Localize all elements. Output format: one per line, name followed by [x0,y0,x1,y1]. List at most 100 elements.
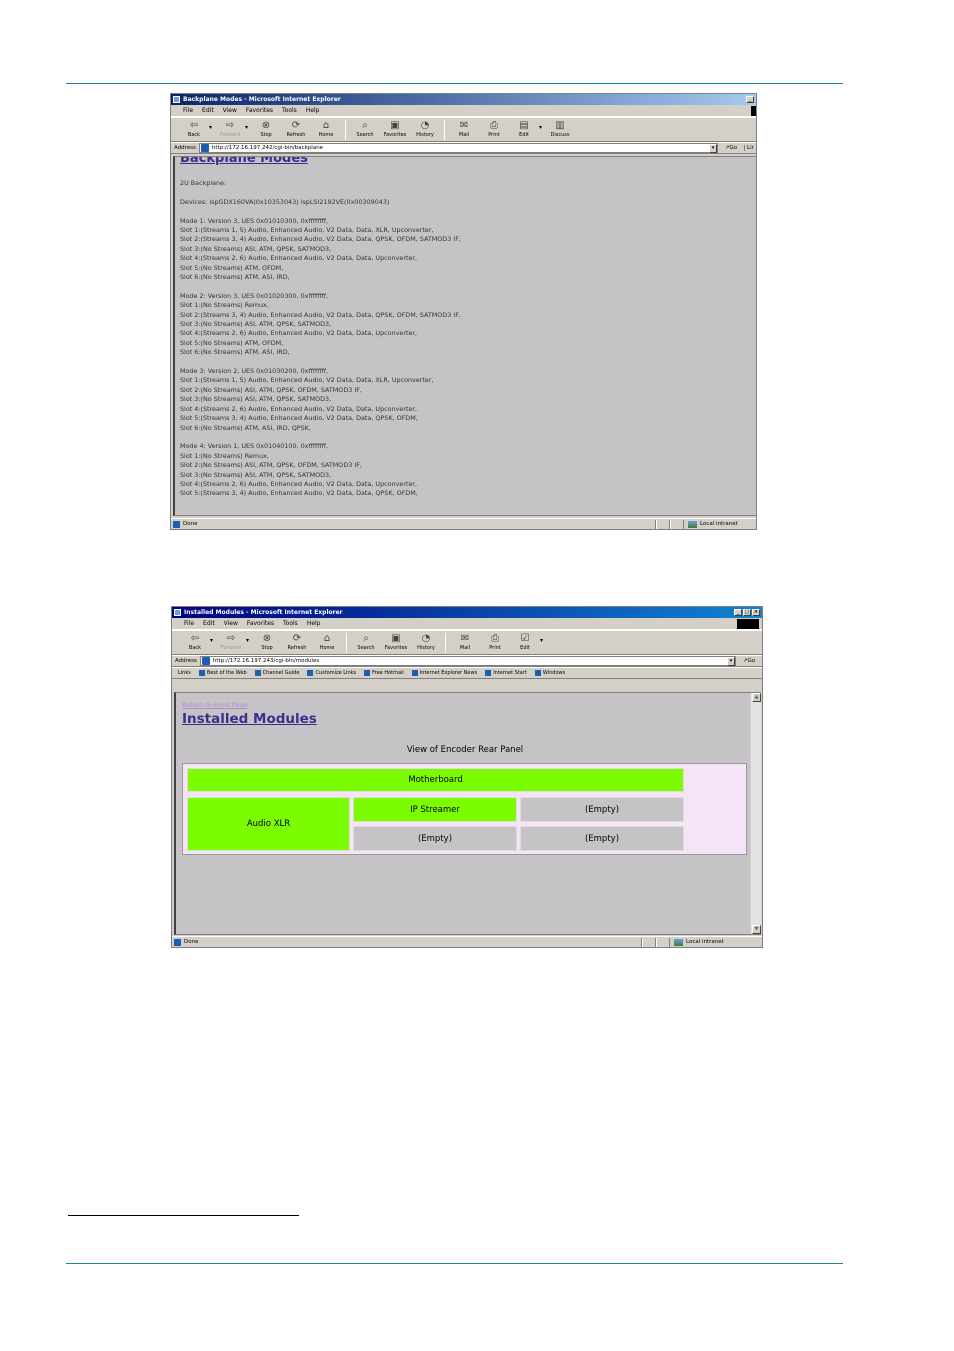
link-icon [534,670,541,676]
link-free-hotmail[interactable]: Free Hotmail [364,670,404,676]
minimize-button[interactable]: _ [746,96,754,103]
search-icon: ⌕ [362,119,368,131]
go-label: Go [747,658,756,664]
menu-tools[interactable]: Tools [283,620,298,627]
security-zone: Local intranet [684,520,756,529]
link-internet-start[interactable]: Internet Start [485,670,527,676]
stop-button[interactable]: ⊗ Stop [251,118,281,138]
status-bar: Done Local intranet [171,518,756,529]
print-button[interactable]: ⎙ Print [480,631,510,651]
menu-help[interactable]: Help [307,620,321,627]
edit-icon: ☑ [520,632,530,644]
menu-view[interactable]: View [223,107,237,114]
mail-button[interactable]: ✉ Mail [449,118,479,138]
menu-favorites[interactable]: Favorites [247,620,274,627]
link-best-of-the-web[interactable]: Best of the Web [198,670,247,676]
forward-button[interactable]: ⇨ Forward [216,631,246,651]
edit-button[interactable]: ☑ Edit [510,631,540,651]
address-input[interactable]: http://172.16.197.243/cgi-bin/modules ▾ [199,656,736,666]
refresh-button[interactable]: ⟳ Refresh [282,631,312,651]
return-to-front-page-link[interactable]: Return to Front Page [182,701,247,709]
audio-xlr-slot: Audio XLR [187,797,350,851]
favorites-button[interactable]: ▣ Favorites [380,118,410,138]
menu-view[interactable]: View [224,620,238,627]
forward-button[interactable]: ⇨ Forward [215,118,245,138]
links-bar: Links Best of the Web Channel Guide Cust… [172,667,762,679]
home-button[interactable]: ⌂ Home [312,631,342,651]
link-customize-links[interactable]: Customize Links [307,670,356,676]
ip-streamer-slot: IP Streamer [353,797,517,822]
menu-tools[interactable]: Tools [282,107,297,114]
stop-label: Stop [260,132,272,138]
menu-edit[interactable]: Edit [203,620,215,627]
edit-dropdown-icon[interactable]: ▾ [540,637,546,644]
zone-label: Local intranet [700,521,738,527]
mode-block: Mode 3: Version 2, UES 0x01030200, 0xfff… [180,367,461,442]
slot-line: Slot 5:(Streams 3, 4) Audio, Enhanced Au… [180,489,418,498]
address-dropdown-icon[interactable]: ▾ [709,143,717,153]
security-zone: Local intranet [670,938,762,947]
address-url: http://172.16.197.243/cgi-bin/modules [212,658,320,664]
links-button[interactable]: Lir [744,145,756,151]
slot-line: Slot 1:(Streams 1, 5) Audio, Enhanced Au… [180,226,434,234]
mode-block: Mode 1: Version 3, UES 0x01010300, 0xfff… [180,217,461,292]
minimize-button[interactable]: _ [734,609,742,616]
maximize-button[interactable]: □ [743,609,751,616]
address-bar: Address http://172.16.197.242/cgi-bin/ba… [171,142,756,154]
forward-label: Forward [219,132,241,138]
vertical-scrollbar[interactable]: ▲ ▼ [750,693,761,934]
close-button[interactable]: × [752,609,760,616]
scroll-down-button[interactable]: ▼ [752,925,761,934]
page-heading: Backplane Modes [180,156,308,166]
empty-slot: (Empty) [520,797,684,822]
discuss-button[interactable]: ▥ Discuss [545,118,575,138]
link-internet-explorer-news[interactable]: Internet Explorer News [411,670,477,676]
page-icon [201,657,210,665]
print-button[interactable]: ⎙ Print [479,118,509,138]
page-content: Return to Front Page Installed Modules V… [174,692,761,935]
refresh-button[interactable]: ⟳ Refresh [281,118,311,138]
link-icon [307,670,314,676]
link-windows[interactable]: Windows [534,670,565,676]
back-button[interactable]: ⇦ Back [179,118,209,138]
scroll-up-button[interactable]: ▲ [752,693,761,702]
link-label: Free Hotmail [372,670,404,676]
search-button[interactable]: ⌕ Search [350,118,380,138]
mail-button[interactable]: ✉ Mail [450,631,480,651]
menu-file[interactable]: File [183,107,193,114]
menu-help[interactable]: Help [306,107,320,114]
home-button[interactable]: ⌂ Home [311,118,341,138]
favorites-button[interactable]: ▣ Favorites [381,631,411,651]
address-dropdown-icon[interactable]: ▾ [727,656,735,666]
ie-icon [174,609,181,616]
back-button[interactable]: ⇦ Back [180,631,210,651]
slot-line: Slot 5:(No Streams) ATM, OFDM, [180,338,284,347]
toolbar: ⇦ Back ▾ ⇨ Forward ▾ ⊗ Stop ⟳ Refresh ⌂ Home … [171,117,756,142]
search-button[interactable]: ⌕ Search [351,631,381,651]
history-label: History [416,132,434,138]
go-button[interactable]: ↗Go [718,145,744,151]
link-label: Customize Links [315,670,357,676]
menu-edit[interactable]: Edit [202,107,214,114]
slot-line: Slot 2:(Streams 3, 4) Audio, Enhanced Au… [180,235,461,244]
stop-button[interactable]: ⊗ Stop [252,631,282,651]
history-button[interactable]: ◔ History [410,118,440,138]
window-title: Backplane Modes - Microsoft Internet Exp… [183,96,341,103]
go-button[interactable]: ↗Go [736,658,762,664]
slot-line: Slot 2:(Streams 3, 4) Audio, Enhanced Au… [180,310,461,319]
history-button[interactable]: ◔ History [411,631,441,651]
edit-button[interactable]: ▤ Edit [509,118,539,138]
refresh-label: Refresh [287,645,307,651]
menu-favorites[interactable]: Favorites [246,107,273,114]
favorites-label: Favorites [383,132,407,138]
intranet-icon [674,938,683,946]
menu-file[interactable]: File [184,620,194,627]
mail-icon: ✉ [459,119,469,131]
slot-line: Slot 6:(No Streams) ATM, ASI, IRD, [180,348,290,357]
toolbar-separator [345,120,346,140]
search-label: Search [357,645,375,651]
link-channel-guide[interactable]: Channel Guide [254,670,299,676]
page-status-icon [173,520,180,528]
discuss-icon: ▥ [555,119,565,131]
address-input[interactable]: http://172.16.197.242/cgi-bin/backplane … [198,143,718,153]
